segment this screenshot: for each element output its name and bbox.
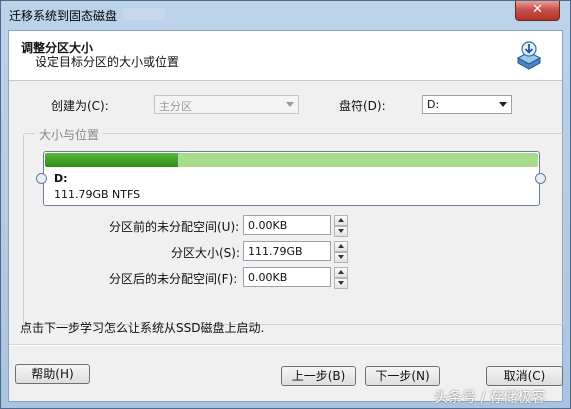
wizard-header: 调整分区大小 设定目标分区的大小或位置 [9, 31, 562, 81]
spin-down-icon[interactable] [334, 278, 348, 289]
cancel-button[interactable]: 取消(C) [486, 366, 563, 386]
chevron-down-icon [499, 102, 507, 107]
before-space-stepper[interactable] [334, 215, 348, 237]
left-resize-handle[interactable] [36, 173, 47, 184]
partition-info: 111.79GB NTFS [54, 188, 141, 201]
size-position-legend: 大小与位置 [35, 126, 104, 143]
drive-letter-select[interactable]: D: [422, 95, 512, 114]
dialog-body: 调整分区大小 设定目标分区的大小或位置 创建为(C): 主分区 盘符(D): D… [8, 30, 564, 402]
window-title: 迁移系统到固态磁盘 [9, 9, 118, 23]
after-space-input[interactable]: 0.00KB [243, 267, 331, 287]
page-subtitle: 设定目标分区的大小或位置 [35, 55, 180, 69]
create-as-select[interactable]: 主分区 [154, 95, 299, 114]
partition-size-label: 分区大小(S): [171, 246, 241, 260]
title-placeholder [123, 8, 165, 20]
right-resize-handle[interactable] [535, 173, 546, 184]
spin-down-icon[interactable] [334, 226, 348, 237]
help-button[interactable]: 帮助(H) [15, 364, 90, 384]
create-as-label: 创建为(C): [51, 99, 109, 113]
spin-up-icon[interactable] [334, 267, 348, 278]
watermark: 头条号 / 存储极客 [434, 390, 546, 406]
partition-size-stepper[interactable] [334, 241, 348, 263]
title-bar[interactable]: 迁移系统到固态磁盘 ✕ [1, 1, 570, 29]
drive-letter-value: D: [427, 98, 440, 111]
create-as-value: 主分区 [159, 100, 192, 113]
partition-bar[interactable] [45, 153, 538, 167]
before-space-input[interactable]: 0.00KB [243, 215, 331, 235]
back-button[interactable]: 上一步(B) [281, 366, 356, 386]
drive-letter-label: 盘符(D): [339, 99, 386, 113]
spin-up-icon[interactable] [334, 215, 348, 226]
before-space-label: 分区前的未分配空间(U): [109, 220, 240, 234]
spin-up-icon[interactable] [334, 241, 348, 252]
dialog-window: 迁移系统到固态磁盘 ✕ 调整分区大小 设定目标分区的大小或位置 创建为(C): … [0, 0, 571, 409]
footer-divider [9, 344, 562, 346]
partition-letter: D: [54, 172, 68, 185]
next-button[interactable]: 下一步(N) [365, 366, 440, 386]
after-space-stepper[interactable] [334, 267, 348, 289]
partition-used-bar [45, 153, 179, 167]
spin-down-icon[interactable] [334, 252, 348, 263]
after-space-label: 分区后的未分配空间(F): [109, 272, 238, 286]
partition-map[interactable]: D: 111.79GB NTFS [43, 151, 540, 206]
disk-migrate-icon [516, 41, 542, 70]
chevron-down-icon [286, 102, 294, 107]
hint-text: 点击下一步学习怎么让系统从SSD磁盘上启动. [20, 321, 265, 335]
close-button[interactable]: ✕ [515, 1, 560, 21]
partition-size-input[interactable]: 111.79GB [243, 241, 331, 261]
close-icon: ✕ [532, 2, 543, 17]
